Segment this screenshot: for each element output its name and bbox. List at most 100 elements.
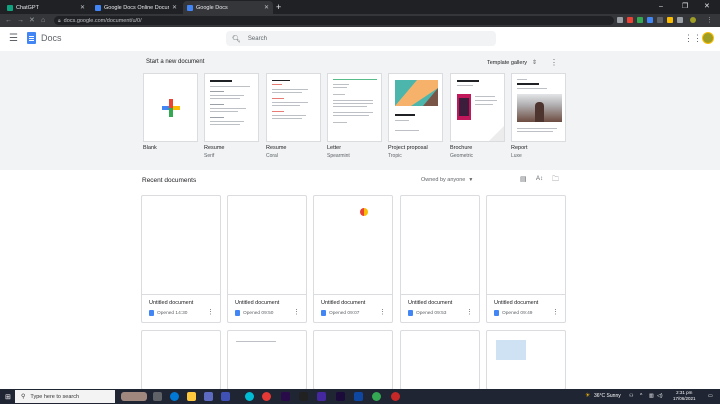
account-avatar[interactable]	[702, 32, 714, 44]
template-thumbnail[interactable]	[388, 73, 443, 142]
browser-menu-icon[interactable]: ⋮	[706, 15, 713, 26]
doc-opened-time: Opened 09:53	[416, 310, 447, 316]
file-explorer-icon[interactable]	[187, 392, 196, 401]
extension-icon[interactable]	[667, 17, 673, 23]
maximize-icon[interactable]: ❐	[682, 1, 688, 13]
task-view-icon[interactable]	[153, 392, 162, 401]
recent-doc-card[interactable]	[227, 330, 307, 390]
template-report-luxe[interactable]: Report Luxe	[511, 73, 566, 159]
taskbar-search-input[interactable]: ⚲ Type here to search	[15, 390, 115, 403]
after-effects-icon[interactable]	[336, 392, 345, 401]
taskbar-clock[interactable]: 2:31 pm 17/06/2021	[673, 390, 696, 402]
sort-az-icon[interactable]: A↕	[536, 176, 543, 182]
recent-doc-card[interactable]: Untitled document Opened 14:30 ⋮	[141, 195, 221, 323]
plus-icon	[162, 99, 180, 117]
folder-icon[interactable]: 🗀	[552, 175, 559, 186]
url-text: docs.google.com/document/u/0/	[63, 17, 142, 24]
doc-preview[interactable]	[487, 196, 565, 295]
more-options-icon[interactable]: ⋮	[550, 58, 558, 67]
clock-date: 17/06/2021	[673, 396, 696, 401]
doc-preview[interactable]	[401, 196, 479, 295]
extension-icon[interactable]	[637, 17, 643, 23]
doc-more-options-icon[interactable]: ⋮	[207, 308, 214, 316]
template-gallery-label: Template gallery	[487, 60, 528, 66]
doc-more-options-icon[interactable]: ⋮	[552, 308, 559, 316]
template-thumbnail[interactable]	[511, 73, 566, 142]
list-view-icon[interactable]: ▤	[520, 175, 527, 183]
search-input[interactable]: 🔍︎ Search	[226, 31, 496, 46]
new-tab-button[interactable]: +	[276, 1, 281, 13]
template-thumbnail[interactable]	[204, 73, 259, 142]
docs-logo-icon[interactable]	[27, 32, 36, 44]
template-thumbnail[interactable]	[450, 73, 505, 142]
template-gallery-button[interactable]: Template gallery ⇕	[487, 59, 537, 66]
back-icon[interactable]: ←	[5, 15, 12, 26]
template-thumbnail[interactable]	[266, 73, 321, 142]
browser-tab-chatgpt[interactable]: ChatGPT ✕	[3, 1, 89, 14]
template-blank[interactable]: Blank	[143, 73, 198, 151]
edge-icon[interactable]	[170, 392, 179, 401]
app-icon[interactable]	[245, 392, 254, 401]
template-project-proposal-tropic[interactable]: Project proposal Tropic	[388, 73, 443, 159]
docs-file-icon	[494, 310, 499, 316]
app-icon[interactable]	[221, 392, 230, 401]
extension-icon[interactable]	[627, 17, 633, 23]
address-bar[interactable]: 🔒︎ docs.google.com/document/u/0/	[54, 16, 614, 25]
template-thumbnail[interactable]	[327, 73, 382, 142]
forward-icon[interactable]: →	[17, 15, 24, 26]
browser-tab-google-docs[interactable]: Google Docs ✕	[183, 1, 273, 14]
main-menu-icon[interactable]: ☰	[9, 34, 18, 44]
recent-doc-card[interactable]	[486, 330, 566, 390]
doc-preview[interactable]	[142, 196, 220, 295]
profile-avatar[interactable]	[690, 17, 696, 23]
doc-preview[interactable]	[314, 196, 392, 295]
extension-icon[interactable]	[617, 17, 623, 23]
browser-tab-docs-online[interactable]: Google Docs Online Document ✕	[91, 1, 181, 14]
chrome-icon[interactable]	[372, 392, 381, 401]
doc-more-options-icon[interactable]: ⋮	[379, 308, 386, 316]
weather-text[interactable]: 36°C Sunny	[594, 392, 621, 401]
premiere-pro-icon[interactable]	[281, 392, 290, 401]
home-icon[interactable]: ⌂	[41, 15, 45, 26]
windows-taskbar: ⊞ ⚲ Type here to search ☀ 36°C Sunny ⚇ ^…	[0, 389, 720, 404]
recent-doc-card[interactable]	[141, 330, 221, 390]
recent-doc-card[interactable]: Untitled document Opened 09:50 ⋮	[227, 195, 307, 323]
person-icon[interactable]: ⚇	[629, 392, 633, 401]
app-icon[interactable]	[299, 392, 308, 401]
puzzle-icon[interactable]	[677, 17, 683, 23]
photoshop-icon[interactable]	[354, 392, 363, 401]
news-widget-icon[interactable]	[121, 392, 147, 401]
network-icon[interactable]: ▥	[649, 392, 654, 401]
doc-more-options-icon[interactable]: ⋮	[293, 308, 300, 316]
recent-doc-card[interactable]	[400, 330, 480, 390]
template-thumbnail[interactable]	[143, 73, 198, 142]
opera-icon[interactable]	[262, 392, 271, 401]
template-resume-coral[interactable]: Resume Coral	[266, 73, 321, 159]
notifications-icon[interactable]: ▭	[708, 392, 713, 401]
volume-icon[interactable]: ◁)	[657, 392, 663, 401]
app-icon[interactable]	[391, 392, 400, 401]
doc-more-options-icon[interactable]: ⋮	[466, 308, 473, 316]
store-icon[interactable]	[204, 392, 213, 401]
recent-doc-card[interactable]: Untitled document Opened 09:53 ⋮	[400, 195, 480, 323]
extension-icon[interactable]	[647, 17, 653, 23]
app-icon[interactable]	[317, 392, 326, 401]
minimize-icon[interactable]: –	[659, 1, 663, 13]
recent-doc-card[interactable]	[313, 330, 393, 390]
close-window-icon[interactable]: ✕	[704, 1, 710, 13]
windows-start-icon[interactable]: ⊞	[5, 393, 11, 401]
recent-doc-card[interactable]: Untitled document Opened 09:49 ⋮	[486, 195, 566, 323]
extension-icon[interactable]	[657, 17, 663, 23]
template-brochure-geometric[interactable]: Brochure Geometric	[450, 73, 505, 159]
reload-icon[interactable]: ✕	[29, 15, 35, 26]
template-letter-spearmint[interactable]: Letter Spearmint	[327, 73, 382, 159]
close-tab-icon[interactable]: ✕	[264, 4, 269, 11]
template-resume-serif[interactable]: Resume Serif	[204, 73, 259, 159]
recent-doc-card[interactable]: Untitled document Opened 09:07 ⋮	[313, 195, 393, 323]
close-tab-icon[interactable]: ✕	[172, 4, 177, 11]
show-hidden-icons-icon[interactable]: ^	[640, 392, 642, 401]
owned-by-filter[interactable]: Owned by anyone ▼	[421, 177, 473, 183]
doc-preview[interactable]	[228, 196, 306, 295]
docs-file-icon	[321, 310, 326, 316]
close-tab-icon[interactable]: ✕	[80, 4, 85, 11]
